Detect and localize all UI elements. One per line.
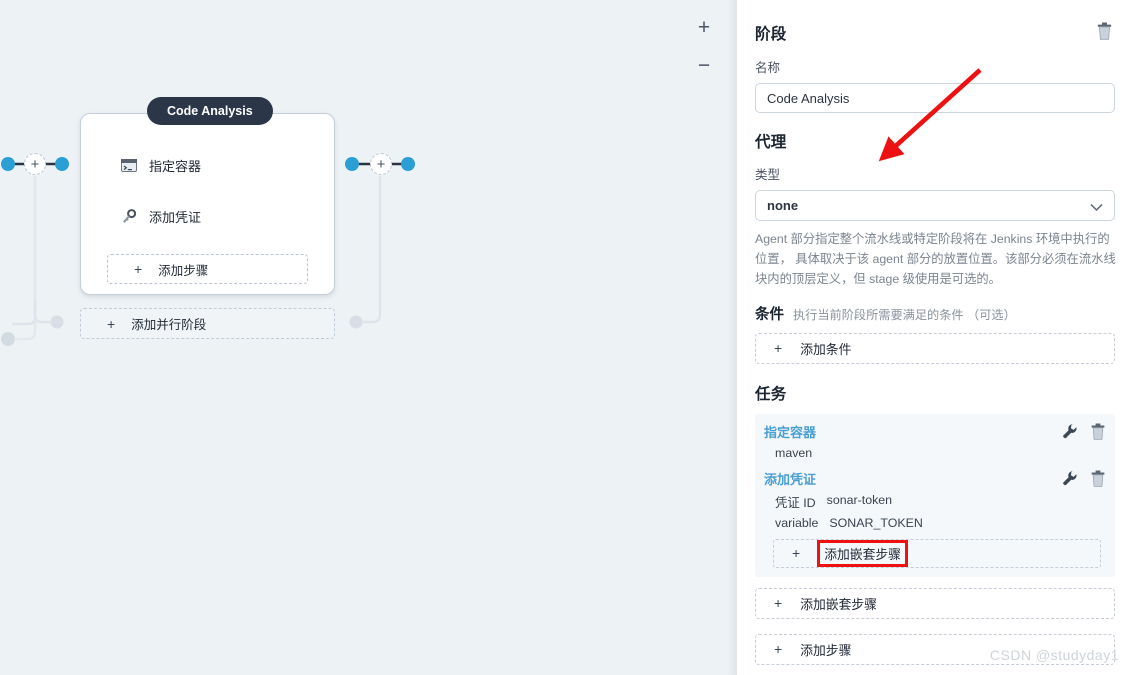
add-nested-step-button-outer[interactable]: + 添加嵌套步骤 xyxy=(755,587,1115,619)
stage-card-title: Code Analysis xyxy=(147,97,273,125)
plus-icon: + xyxy=(774,595,783,612)
task-credential-field-id-value: sonar-token xyxy=(826,492,893,507)
task-container-name[interactable]: 指定容器 xyxy=(764,422,816,441)
app-root: + − + + Code Analysis 指定容器 添加凭证 + 添加步骤 +… xyxy=(0,0,1129,675)
wrench-icon[interactable] xyxy=(1062,423,1077,440)
condition-subtitle: 执行当前阶段所需要满足的条件 （可选） xyxy=(793,307,1016,322)
trash-icon[interactable] xyxy=(1091,470,1106,487)
zoom-controls[interactable]: + − xyxy=(691,14,717,78)
task-credential-field-variable-key: variable xyxy=(775,515,819,530)
task-container-row: 指定容器 xyxy=(764,422,1106,441)
task-credential-field-variable-value: SONAR_TOKEN xyxy=(829,515,923,530)
stage-step-credential-label: 添加凭证 xyxy=(149,209,202,225)
zoom-out-button[interactable]: − xyxy=(691,52,717,78)
terminal-icon xyxy=(121,157,137,173)
name-field-label: 名称 xyxy=(755,61,781,75)
add-step-button-panel[interactable]: + 添加步骤 xyxy=(755,633,1115,665)
stage-step-container-label: 指定容器 xyxy=(149,158,202,174)
agent-description: Agent 部分指定整个流水线或特定阶段将在 Jenkins 环境中执行的位置，… xyxy=(755,232,1116,286)
add-step-panel-label: 添加步骤 xyxy=(800,642,852,658)
plus-icon: + xyxy=(792,545,801,562)
condition-header: 条件 执行当前阶段所需要满足的条件 （可选） xyxy=(755,303,1116,324)
add-parallel-stage-label: 添加并行阶段 xyxy=(131,318,207,332)
stage-add-step-button[interactable]: + 添加步骤 xyxy=(107,254,308,284)
stage-step-container[interactable]: 指定容器 xyxy=(95,146,320,184)
task-credential-row: 添加凭证 xyxy=(764,469,1106,488)
stage-card-body: 指定容器 添加凭证 + 添加步骤 xyxy=(81,114,334,284)
stage-step-credential[interactable]: 添加凭证 xyxy=(95,197,320,235)
add-node-right[interactable]: + xyxy=(370,153,392,175)
stage-name-input[interactable] xyxy=(755,83,1115,113)
key-icon xyxy=(121,208,137,224)
add-nested-step-outer-label: 添加嵌套步骤 xyxy=(800,596,877,612)
plus-icon: + xyxy=(134,261,143,277)
condition-title: 条件 xyxy=(755,306,784,323)
add-parallel-stage-button[interactable]: + 添加并行阶段 xyxy=(80,308,335,339)
add-nested-step-inner-label: 添加嵌套步骤 xyxy=(817,539,908,567)
stage-add-step-label: 添加步骤 xyxy=(158,263,209,278)
agent-type-label: 类型 xyxy=(755,168,781,182)
plus-icon: + xyxy=(107,315,116,332)
task-block: 指定容器 maven 添加凭证 凭证 ID sonar-token variab… xyxy=(755,413,1115,577)
tasks-section-title: 任务 xyxy=(755,385,787,403)
task-credential-field-id: 凭证 ID sonar-token xyxy=(775,493,1106,511)
stage-config-panel: 阶段 名称 代理 类型 none Agent 部分指定整个流水线或特定阶段将在 … xyxy=(737,0,1129,675)
task-container-actions xyxy=(1062,422,1106,440)
agent-type-select[interactable]: none xyxy=(755,190,1115,221)
add-node-left[interactable]: + xyxy=(24,153,46,175)
stage-section-title: 阶段 xyxy=(755,26,787,43)
stage-card[interactable]: Code Analysis 指定容器 添加凭证 + 添加步骤 xyxy=(80,97,335,295)
wrench-icon[interactable] xyxy=(1062,470,1077,487)
task-credential-name[interactable]: 添加凭证 xyxy=(764,469,816,488)
delete-stage-button[interactable] xyxy=(1097,22,1116,45)
panel-header: 阶段 xyxy=(755,22,1116,45)
trash-icon[interactable] xyxy=(1091,423,1106,440)
task-credential-field-variable: variable SONAR_TOKEN xyxy=(775,516,1106,530)
plus-icon: + xyxy=(774,340,783,357)
zoom-in-button[interactable]: + xyxy=(691,14,717,40)
task-credential-actions xyxy=(1062,469,1106,487)
agent-type-select-wrap: none xyxy=(755,190,1115,221)
pipeline-canvas[interactable]: + − + + Code Analysis 指定容器 添加凭证 + 添加步骤 +… xyxy=(0,0,737,675)
add-nested-step-button-inner[interactable]: + 添加嵌套步骤 xyxy=(773,538,1101,568)
agent-section-title: 代理 xyxy=(755,134,787,151)
add-condition-button[interactable]: + 添加条件 xyxy=(755,332,1115,364)
add-condition-label: 添加条件 xyxy=(800,341,852,357)
task-container-value: maven xyxy=(775,445,813,460)
task-container-value-row: maven xyxy=(775,446,1106,460)
plus-icon: + xyxy=(774,641,783,658)
task-credential-field-id-key: 凭证 ID xyxy=(775,495,816,510)
